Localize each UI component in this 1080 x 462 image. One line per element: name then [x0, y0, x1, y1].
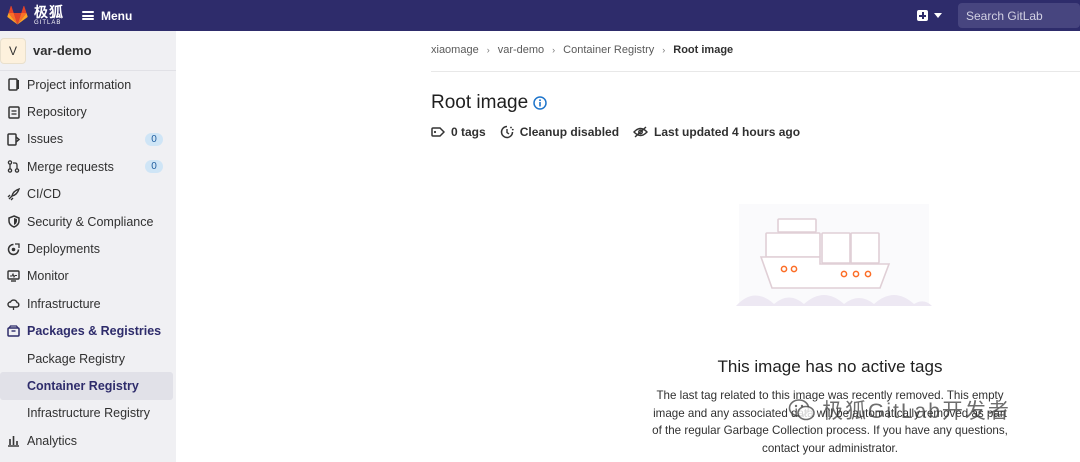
sidebar-subitem-label: Package Registry — [27, 351, 125, 366]
sidebar-item-label: Repository — [27, 105, 87, 120]
page-title-text: Root image — [431, 92, 529, 113]
sidebar-item-label: Merge requests — [27, 159, 114, 174]
container-ship-illustration — [736, 204, 932, 306]
project-name: var-demo — [33, 43, 92, 58]
breadcrumb-divider — [431, 71, 1080, 72]
tag-icon — [431, 127, 445, 137]
sidebar-item-ci-cd[interactable]: CI/CD — [0, 181, 176, 208]
sidebar-item-label: Monitor — [27, 269, 69, 284]
sidebar-item-label: Security & Compliance — [27, 214, 154, 229]
sidebar-subitem-package-registry[interactable]: Package Registry — [0, 345, 176, 372]
top-navbar: 极狐 GITLAB Menu Search GitLab — [0, 0, 1080, 31]
sidebar-subitem-label: Container Registry — [27, 378, 139, 393]
shield-icon — [7, 215, 20, 228]
sidebar-item-packages-registries[interactable]: Packages & Registries — [0, 318, 176, 345]
sidebar-item-repository[interactable]: Repository — [0, 98, 176, 125]
sidebar-subitem-infrastructure-registry[interactable]: Infrastructure Registry — [0, 400, 176, 427]
chevron-right-icon: › — [486, 45, 490, 55]
sidebar-item-label: Issues — [27, 132, 64, 147]
gitlab-logo[interactable]: 极狐 GITLAB — [7, 5, 64, 26]
plus-square-icon — [917, 10, 928, 21]
repository-icon — [7, 105, 20, 119]
chevron-right-icon: › — [552, 45, 556, 55]
info-icon[interactable] — [533, 96, 547, 110]
sidebar-item-label: Analytics — [27, 433, 78, 448]
main-content: xiaomage › var-demo › Container Registry… — [176, 31, 1080, 462]
breadcrumb-current[interactable]: Root image — [673, 44, 733, 56]
breadcrumb: xiaomage › var-demo › Container Registry… — [431, 44, 733, 56]
sidebar-item-deployments[interactable]: Deployments — [0, 235, 176, 262]
analytics-icon — [7, 434, 20, 447]
sidebar-item-analytics[interactable]: Analytics — [0, 427, 176, 454]
eye-slash-icon — [633, 126, 649, 138]
chevron-right-icon: › — [662, 45, 666, 55]
sidebar-nav: Project information Repository Issues 0 … — [0, 71, 176, 454]
sidebar: V var-demo Project information Repositor… — [0, 31, 176, 462]
sidebar-item-merge-requests[interactable]: Merge requests 0 — [0, 153, 176, 180]
sidebar-item-monitor[interactable]: Monitor — [0, 263, 176, 290]
page-title: Root image — [431, 92, 547, 114]
search-placeholder: Search GitLab — [966, 8, 1043, 23]
image-metadata: 0 tags Cleanup disabled Last updated 4 h… — [431, 125, 814, 139]
merge-requests-count-badge: 0 — [145, 160, 163, 174]
new-dropdown-button[interactable] — [917, 10, 942, 21]
sidebar-item-project-information[interactable]: Project information — [0, 71, 176, 98]
sidebar-item-security-compliance[interactable]: Security & Compliance — [0, 208, 176, 235]
monitor-icon — [7, 270, 20, 283]
project-avatar: V — [0, 37, 26, 64]
empty-state-illustration — [734, 186, 934, 351]
logo-text-en: GITLAB — [34, 20, 62, 26]
menu-label: Menu — [101, 8, 133, 23]
sidebar-item-label: Infrastructure — [27, 296, 101, 311]
logo-text-cn: 极狐 — [34, 4, 64, 20]
empty-state-description: The last tag related to this image was r… — [652, 389, 1008, 455]
fox-logo-icon — [7, 6, 28, 25]
breadcrumb-link-project[interactable]: var-demo — [498, 44, 544, 56]
sidebar-item-label: Packages & Registries — [27, 324, 162, 339]
sidebar-item-label: Project information — [27, 77, 132, 92]
sidebar-subitem-label: Infrastructure Registry — [27, 406, 150, 421]
package-icon — [7, 325, 20, 338]
hamburger-icon — [82, 11, 94, 20]
search-input[interactable]: Search GitLab — [958, 3, 1080, 28]
sidebar-item-label: Deployments — [27, 242, 100, 257]
project-header[interactable]: V var-demo — [0, 31, 176, 71]
expire-icon — [500, 125, 514, 139]
last-updated: Last updated 4 hours ago — [633, 125, 800, 139]
chevron-down-icon — [934, 13, 942, 18]
sidebar-item-infrastructure[interactable]: Infrastructure — [0, 290, 176, 317]
breadcrumb-link-namespace[interactable]: xiaomage — [431, 44, 479, 56]
empty-state-title: This image has no active tags — [717, 357, 943, 376]
issues-icon — [7, 133, 20, 146]
merge-requests-icon — [7, 160, 20, 174]
cloud-icon — [7, 297, 20, 310]
menu-button[interactable]: Menu — [82, 9, 132, 23]
cleanup-status: Cleanup disabled — [500, 125, 619, 139]
sidebar-subitem-container-registry[interactable]: Container Registry — [0, 372, 173, 400]
tags-count: 0 tags — [431, 125, 486, 139]
deployments-icon — [7, 242, 20, 256]
project-information-icon — [7, 78, 20, 91]
breadcrumb-link-container-registry[interactable]: Container Registry — [563, 44, 654, 56]
sidebar-item-label: CI/CD — [27, 187, 62, 202]
sidebar-item-issues[interactable]: Issues 0 — [0, 126, 176, 153]
rocket-icon — [7, 187, 20, 201]
issues-count-badge: 0 — [145, 132, 163, 146]
